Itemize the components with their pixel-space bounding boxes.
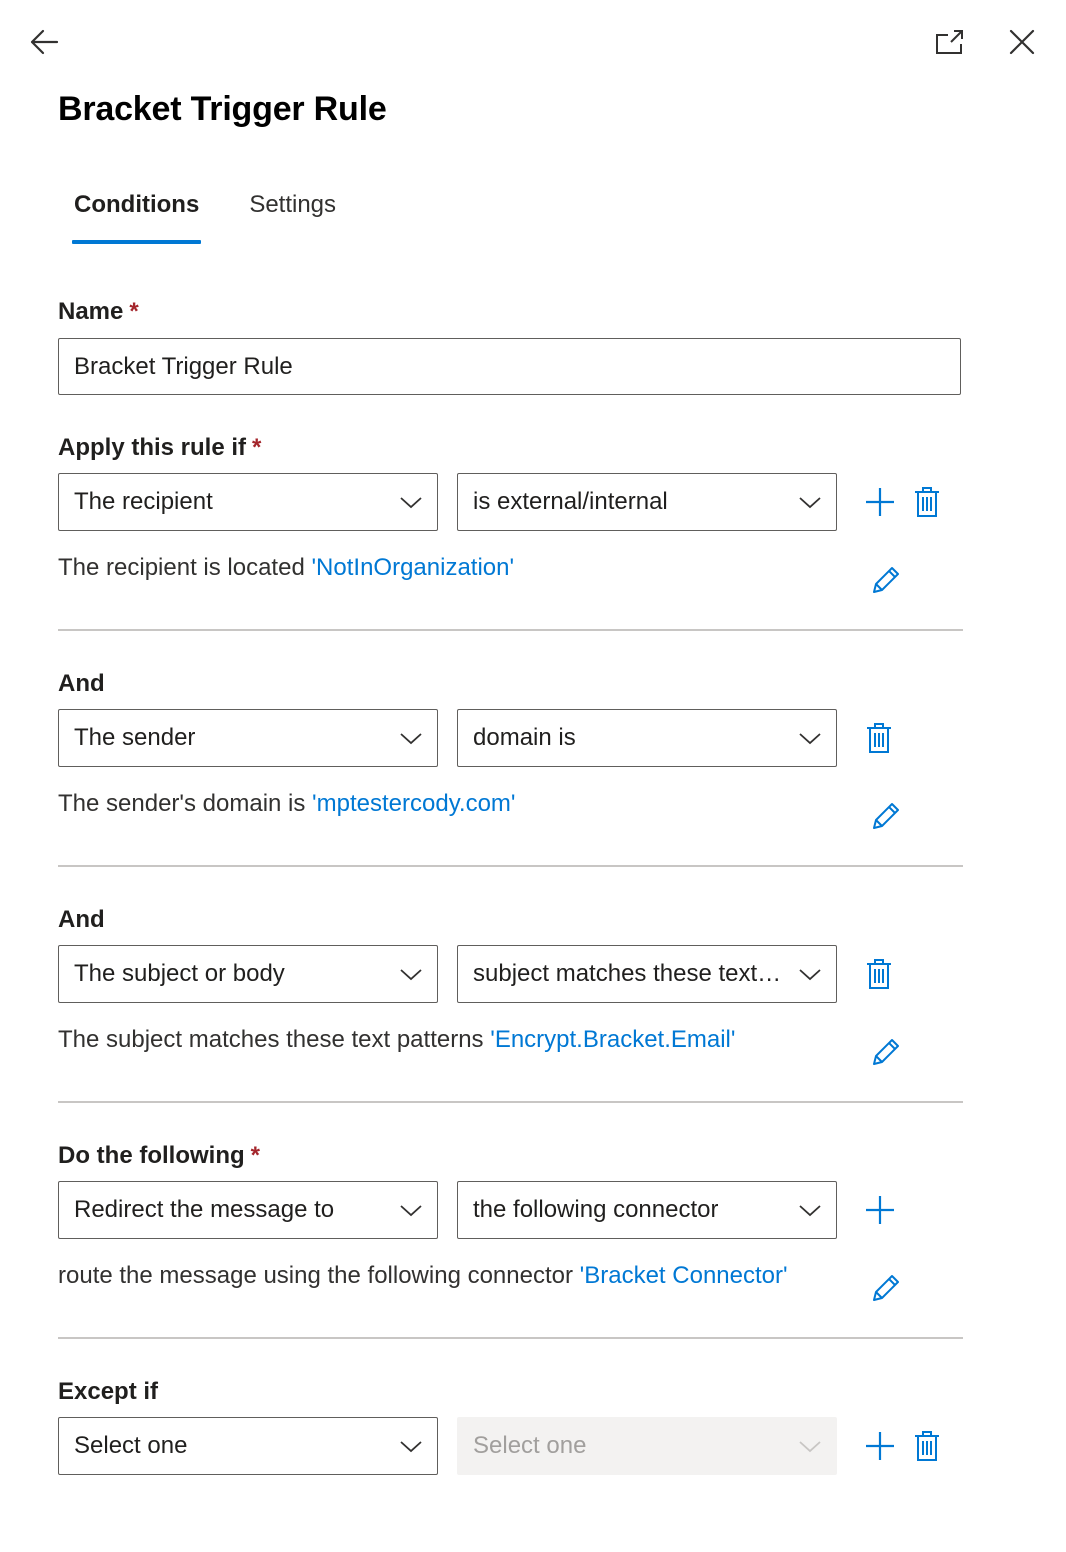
condition-value-link[interactable]: 'NotInOrganization' (311, 554, 514, 581)
and-label: And (58, 906, 105, 933)
required-mark: * (252, 434, 262, 461)
popout-icon (936, 30, 963, 54)
condition-1-predicate-dropdown[interactable]: is external/internal (457, 473, 837, 531)
delete-condition-button[interactable] (907, 482, 947, 522)
dropdown-value: the following connector (473, 1196, 719, 1223)
delete-condition-button[interactable] (859, 954, 899, 994)
chevron-down-icon (400, 1205, 422, 1217)
condition-3-description: The subject matches these text patterns … (58, 1026, 735, 1054)
add-icon (866, 488, 894, 516)
condition-value-link[interactable]: 'mptestercody.com' (312, 790, 515, 817)
tab-list: Conditions Settings (58, 180, 352, 244)
divider (58, 1337, 963, 1339)
chevron-down-icon (799, 733, 821, 745)
chevron-down-icon (400, 969, 422, 981)
action-target-dropdown[interactable]: the following connector (457, 1181, 837, 1239)
name-input[interactable]: Bracket Trigger Rule (58, 338, 961, 395)
required-mark: * (250, 1142, 260, 1169)
apply-rule-label-text: Apply this rule if (58, 434, 247, 461)
name-label: Name * (58, 298, 139, 326)
name-label-text: Name (58, 298, 124, 325)
tab-conditions[interactable]: Conditions (58, 180, 215, 244)
edit-pencil-icon (873, 567, 899, 593)
delete-icon (915, 1431, 939, 1461)
add-condition-button[interactable] (860, 482, 900, 522)
do-following-label-text: Do the following (58, 1142, 245, 1169)
required-mark: * (129, 298, 139, 325)
chevron-down-icon (400, 1441, 422, 1453)
edit-condition-button[interactable] (866, 560, 906, 600)
add-exception-button[interactable] (860, 1426, 900, 1466)
condition-3-predicate-dropdown[interactable]: subject matches these text patterns (457, 945, 837, 1003)
delete-icon (915, 487, 939, 517)
dropdown-value: subject matches these text patterns (473, 960, 786, 987)
page-title: Bracket Trigger Rule (58, 90, 387, 128)
dropdown-value: The recipient (74, 488, 213, 515)
edit-pencil-icon (873, 1039, 899, 1065)
dropdown-value: The subject or body (74, 960, 285, 987)
add-icon (866, 1432, 894, 1460)
edit-pencil-icon (873, 1275, 899, 1301)
divider (58, 865, 963, 867)
dropdown-value: domain is (473, 724, 576, 751)
description-text: The subject matches these text patterns (58, 1026, 491, 1053)
condition-1-description: The recipient is located 'NotInOrganizat… (58, 554, 514, 582)
dropdown-value: is external/internal (473, 488, 668, 515)
condition-1-subject-dropdown[interactable]: The recipient (58, 473, 438, 531)
close-icon (1009, 29, 1035, 55)
delete-condition-button[interactable] (859, 718, 899, 758)
edit-condition-button[interactable] (866, 796, 906, 836)
chevron-down-icon (799, 1205, 821, 1217)
action-value-link[interactable]: 'Bracket Connector' (580, 1262, 788, 1289)
delete-icon (867, 959, 891, 989)
chevron-down-icon (400, 497, 422, 509)
back-arrow-icon (30, 29, 59, 55)
do-following-label: Do the following * (58, 1142, 260, 1170)
delete-exception-button[interactable] (907, 1426, 947, 1466)
dropdown-value: Redirect the message to (74, 1196, 335, 1223)
condition-value-link[interactable]: 'Encrypt.Bracket.Email' (490, 1026, 735, 1053)
edit-pencil-icon (873, 803, 899, 829)
chevron-down-icon (799, 497, 821, 509)
condition-2-subject-dropdown[interactable]: The sender (58, 709, 438, 767)
back-button[interactable] (22, 20, 66, 64)
delete-icon (867, 723, 891, 753)
apply-rule-label: Apply this rule if * (58, 434, 261, 462)
description-text: The sender's domain is (58, 790, 313, 817)
panel-header (0, 0, 1066, 86)
condition-2-predicate-dropdown[interactable]: domain is (457, 709, 837, 767)
action-type-dropdown[interactable]: Redirect the message to (58, 1181, 438, 1239)
add-action-button[interactable] (860, 1190, 900, 1230)
popout-button[interactable] (928, 20, 972, 64)
divider (58, 1101, 963, 1103)
exception-predicate-dropdown: Select one (457, 1417, 837, 1475)
edit-action-button[interactable] (866, 1268, 906, 1308)
chevron-down-icon (799, 1441, 821, 1453)
description-text: The recipient is located (58, 554, 312, 581)
edit-condition-button[interactable] (866, 1032, 906, 1072)
condition-2-description: The sender's domain is 'mptestercody.com… (58, 790, 516, 818)
dropdown-value: Select one (74, 1432, 188, 1459)
exception-type-dropdown[interactable]: Select one (58, 1417, 438, 1475)
and-label: And (58, 670, 105, 697)
except-if-label: Except if (58, 1378, 159, 1405)
divider (58, 629, 963, 631)
close-button[interactable] (1000, 20, 1044, 64)
description-text: route the message using the following co… (58, 1262, 580, 1289)
chevron-down-icon (799, 969, 821, 981)
add-icon (866, 1196, 894, 1224)
dropdown-value: Select one (473, 1432, 587, 1459)
dropdown-value: The sender (74, 724, 196, 751)
tab-settings[interactable]: Settings (233, 180, 352, 244)
action-description: route the message using the following co… (58, 1262, 788, 1290)
condition-3-subject-dropdown[interactable]: The subject or body (58, 945, 438, 1003)
chevron-down-icon (400, 733, 422, 745)
